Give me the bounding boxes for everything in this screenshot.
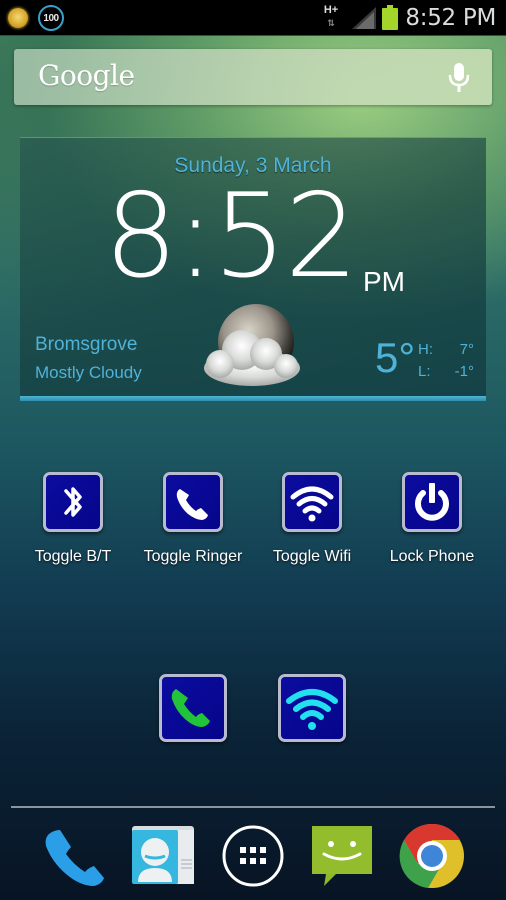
weather-condition: Mostly Cloudy — [35, 363, 142, 382]
power-icon — [415, 483, 449, 521]
current-temperature: 5° — [375, 334, 416, 381]
dock-phone[interactable] — [38, 820, 110, 892]
status-bar[interactable]: 100 H+ ⇅ 8:52 PM — [0, 0, 506, 36]
shortcut-tile[interactable] — [43, 472, 103, 532]
messaging-app-icon — [312, 826, 372, 886]
shortcut-lock-phone[interactable]: Lock Phone — [372, 472, 492, 582]
shortcut-toggle-wifi[interactable]: Toggle Wifi — [252, 472, 372, 582]
bluetooth-icon — [64, 487, 82, 517]
dock-contacts[interactable] — [128, 820, 200, 892]
app-drawer-icon — [222, 825, 284, 887]
battery-percent-icon: 100 — [38, 5, 64, 31]
dock-app-drawer[interactable] — [217, 820, 289, 892]
network-type-label: H+ — [323, 4, 339, 16]
chrome-app-icon — [399, 823, 464, 888]
phone-app-icon — [45, 830, 104, 886]
shortcut-label: Toggle Wifi — [272, 548, 352, 565]
google-logo[interactable]: Google — [38, 59, 135, 92]
signal-strength-icon — [352, 7, 376, 29]
shortcut-label: Toggle B/T — [34, 548, 112, 565]
dock-divider — [11, 806, 495, 808]
phone-status-icon — [171, 689, 210, 727]
shortcut-label: Lock Phone — [389, 548, 475, 565]
shortcut-tile[interactable] — [282, 472, 342, 532]
widget-accent-bar — [20, 396, 486, 401]
high-value: 7° — [459, 341, 474, 358]
widget-time-minutes: 52 — [212, 169, 359, 304]
high-low-temperature: H: 7° L: -1° — [418, 339, 474, 383]
dock-chrome[interactable] — [396, 820, 468, 892]
low-label: L: — [418, 363, 431, 380]
widget-time-separator: : — [175, 169, 215, 304]
wifi-status-icon — [286, 689, 338, 730]
widget-time[interactable]: 8:52 — [104, 169, 359, 304]
moon-cloudy-icon[interactable] — [182, 302, 322, 398]
dock-messaging[interactable] — [306, 820, 378, 892]
widget-time-hours: 8 — [104, 169, 178, 304]
battery-icon — [382, 5, 398, 30]
shortcut-tile[interactable] — [402, 472, 462, 532]
shortcut-toggle-bluetooth[interactable]: Toggle B/T — [13, 472, 133, 582]
shortcut-tile[interactable] — [163, 472, 223, 532]
network-type-icon: H+ ⇅ — [320, 5, 342, 31]
phone-ringer-icon — [176, 489, 208, 520]
wifi-icon — [290, 486, 334, 522]
data-activity-icon: ⇅ — [327, 18, 335, 28]
clock-weather-widget[interactable]: Sunday, 3 March 8:52 PM Bromsgrove Mostl… — [20, 137, 486, 401]
shortcut-toggle-ringer[interactable]: Toggle Ringer — [133, 472, 253, 582]
phone-status-tile[interactable] — [159, 674, 227, 742]
contacts-app-icon — [132, 826, 194, 884]
microphone-icon[interactable] — [446, 61, 472, 93]
low-value: -1° — [454, 363, 474, 380]
google-search-bar[interactable]: Google — [14, 49, 492, 105]
weather-sun-icon — [8, 8, 28, 28]
shortcut-label: Toggle Ringer — [143, 548, 243, 565]
weather-location: Bromsgrove — [35, 334, 138, 355]
wifi-status-tile[interactable] — [278, 674, 346, 742]
status-time: 8:52 PM — [405, 5, 496, 31]
widget-ampm: PM — [363, 266, 405, 297]
high-label: H: — [418, 341, 433, 358]
